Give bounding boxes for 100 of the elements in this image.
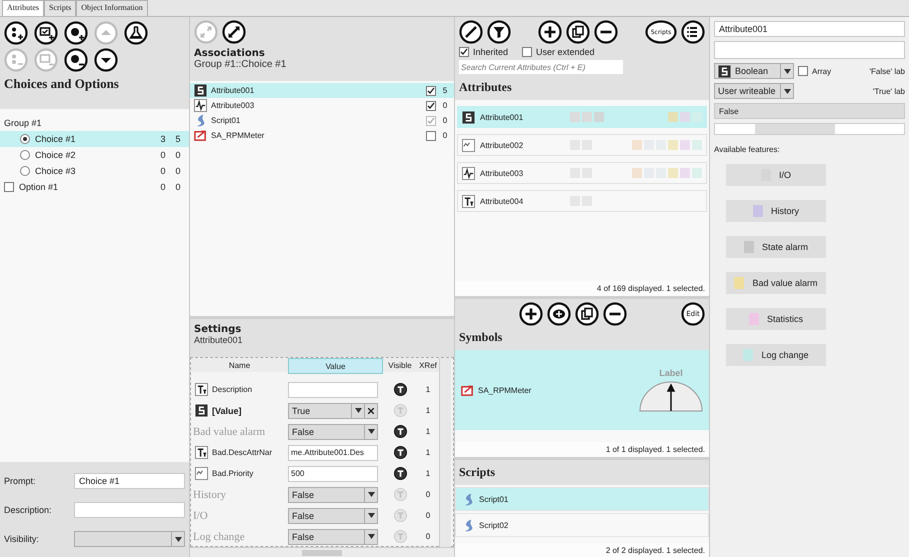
panel-title: Symbols [459,330,504,345]
feature-button[interactable]: Bad value alarm [726,272,826,294]
description-field[interactable] [714,41,905,59]
name-field[interactable]: Attribute001 [714,21,905,37]
trend-icon [462,166,475,180]
value-field[interactable] [288,382,378,398]
value-dropdown[interactable]: True [288,402,378,418]
text-type-icon [195,446,208,459]
visible-toggle[interactable] [394,467,406,480]
remove-button[interactable] [603,302,627,326]
filter-button[interactable] [487,20,511,44]
radio-button[interactable] [20,134,30,144]
feature-button[interactable]: State alarm [726,236,826,258]
setting-name: Bad value alarm [193,426,266,438]
value-dropdown[interactable]: False [288,424,378,440]
value-dropdown[interactable]: False [288,508,378,524]
down-button[interactable] [94,48,118,72]
tab[interactable]: Scripts [44,0,76,16]
attribute-row[interactable]: Attribute002 [457,134,707,156]
feature-button[interactable]: Log change [726,344,826,366]
column-header[interactable]: Value [288,358,383,374]
add-bold-button[interactable] [547,302,571,326]
add-item-button[interactable] [64,21,88,45]
add-option-button[interactable] [34,21,58,45]
xref-count: 1 [424,405,432,417]
scrollbar[interactable] [190,547,454,557]
value-dropdown[interactable]: False [288,528,378,544]
text-type-icon [462,194,475,208]
dropdown-arrow-icon [368,534,374,539]
type-dropdown[interactable]: Boolean [714,63,794,79]
field-label: Prompt: [4,476,37,486]
visible-toggle[interactable] [394,425,406,438]
association-row[interactable]: SA_RPMMeter 0 [190,128,454,143]
value-field[interactable]: me.Attribute001.Des [288,444,378,460]
tree-row[interactable]: Choice #1 3 5 [0,131,189,147]
tab[interactable]: Attributes [2,0,44,16]
link-button[interactable] [222,20,246,44]
tree-row[interactable]: Choice #3 0 0 [0,163,189,179]
attribute-row[interactable]: Attribute003 [457,162,707,184]
tree-row[interactable]: Group #1 [0,115,189,131]
checkbox-label: User extended [536,47,595,57]
panel-title: Attributes [459,80,513,95]
column-header[interactable]: XRef [417,358,439,372]
script-row[interactable]: Script01 [455,487,709,511]
setting-name: [Value] [212,406,242,416]
column-header[interactable]: Visible [383,358,417,372]
feature-button[interactable]: Statistics [726,308,826,330]
tree-row[interactable]: Choice #2 0 0 [0,147,189,163]
tab[interactable]: Object Information [76,0,148,16]
remove-item-button[interactable] [64,48,88,72]
count: 0 [442,101,448,110]
checkbox-label: Inherited [473,47,508,57]
column-header[interactable]: Name [191,358,288,372]
panel-subtitle: Attribute001 [194,335,244,345]
scrollbar[interactable] [714,123,905,135]
value-field[interactable]: False [714,103,905,119]
tree-row[interactable]: Option #1 0 0 [0,179,189,195]
checkbox[interactable] [4,182,14,192]
checkbox[interactable] [426,100,436,110]
radio-button[interactable] [20,150,30,160]
association-row[interactable]: Attribute003 0 [190,98,454,113]
list-button[interactable] [681,20,705,44]
feature-button[interactable]: History [726,200,826,222]
visible-toggle[interactable] [394,446,406,459]
symbol-row[interactable]: SA_RPMMeter Label [455,350,709,430]
add-button[interactable] [519,302,543,326]
attribute-row[interactable]: Attribute004 [457,190,707,212]
setting-name: Log change [193,530,245,542]
checkbox[interactable] [522,47,532,57]
flask-button[interactable] [124,21,148,45]
copy-button[interactable] [566,20,590,44]
value-dropdown[interactable]: False [288,486,378,502]
description-field[interactable] [74,502,185,518]
scrollbar[interactable] [439,358,451,547]
checkbox[interactable] [426,130,436,140]
radio-button[interactable] [20,166,30,176]
remove-button[interactable] [594,20,618,44]
panel-title: Associations [194,48,266,59]
copy-button[interactable] [575,302,599,326]
association-name: Attribute001 [211,86,256,95]
xref-count: 1 [424,384,432,396]
gauge-label: Label [659,368,683,378]
script-row[interactable]: Script02 [455,513,709,537]
add-choice-button[interactable] [4,21,28,45]
dropdown-arrow-icon [368,492,374,497]
visible-toggle[interactable] [394,383,406,396]
prompt-field[interactable]: Choice #1 [74,472,185,489]
feature-button[interactable]: I/O [726,164,826,186]
script-name: Script02 [479,520,508,530]
checkbox[interactable] [459,47,469,57]
setting-name: Bad.Priority [212,469,254,478]
search-field[interactable]: Search Current Attributes (Ctrl + E) [459,60,623,74]
add-button[interactable] [538,20,562,44]
checkbox[interactable] [426,86,436,96]
attribute-row[interactable]: Attribute001 [457,106,707,128]
count: 0 [442,131,448,140]
association-row[interactable]: Attribute001 5 [190,83,454,98]
value-field[interactable]: 500 [288,466,378,482]
access-dropdown[interactable]: User writeable [714,83,794,99]
checkbox[interactable] [798,66,808,76]
